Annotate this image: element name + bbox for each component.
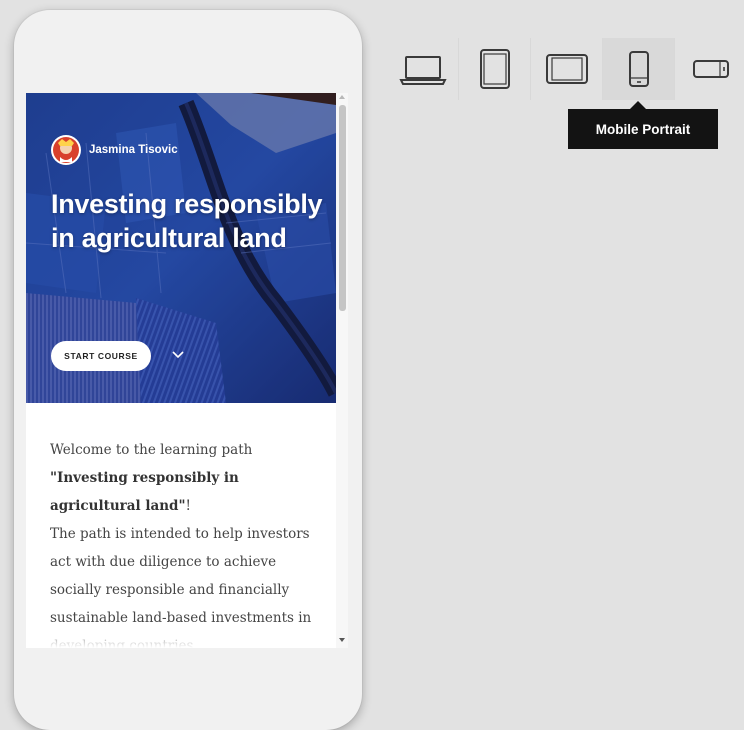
device-tooltip: Mobile Portrait [568, 109, 718, 149]
author-avatar [51, 135, 81, 165]
author-name: Jasmina Tisovic [89, 144, 178, 156]
device-mobile-landscape-button[interactable] [675, 38, 744, 100]
laptop-icon [398, 56, 447, 85]
chevron-down-icon[interactable] [171, 348, 185, 362]
device-mobile-portrait-button[interactable] [603, 38, 675, 100]
mobile-landscape-icon [692, 60, 729, 78]
tablet-portrait-icon [479, 49, 510, 89]
text-fade-overlay [26, 621, 336, 648]
description-bold-title: "Investing responsibly in agricultural l… [50, 470, 239, 514]
description-intro: Welcome to the learning path [50, 442, 253, 458]
device-tablet-portrait-button[interactable] [459, 38, 531, 100]
device-toolbar [387, 38, 744, 100]
mobile-portrait-icon [628, 51, 649, 87]
device-tablet-landscape-button[interactable] [531, 38, 603, 100]
scroll-up-arrow-icon[interactable] [339, 95, 345, 99]
course-preview-screen[interactable]: Jasmina Tisovic Investing responsibly in… [26, 93, 348, 648]
avatar-icon [53, 137, 79, 163]
scroll-thumb[interactable] [339, 105, 346, 311]
device-laptop-button[interactable] [387, 38, 459, 100]
course-hero: Jasmina Tisovic Investing responsibly in… [26, 93, 336, 403]
course-description: Welcome to the learning path "Investing r… [50, 436, 312, 648]
course-author: Jasmina Tisovic [51, 135, 178, 165]
tablet-landscape-icon [545, 54, 588, 84]
description-exclamation: ! [185, 498, 191, 514]
preview-scrollbar[interactable] [336, 93, 348, 648]
course-title: Investing responsibly in agricultural la… [51, 189, 323, 253]
start-course-button[interactable]: START COURSE [51, 341, 151, 371]
scroll-down-arrow-icon[interactable] [339, 638, 345, 642]
tooltip-caret [630, 101, 646, 109]
